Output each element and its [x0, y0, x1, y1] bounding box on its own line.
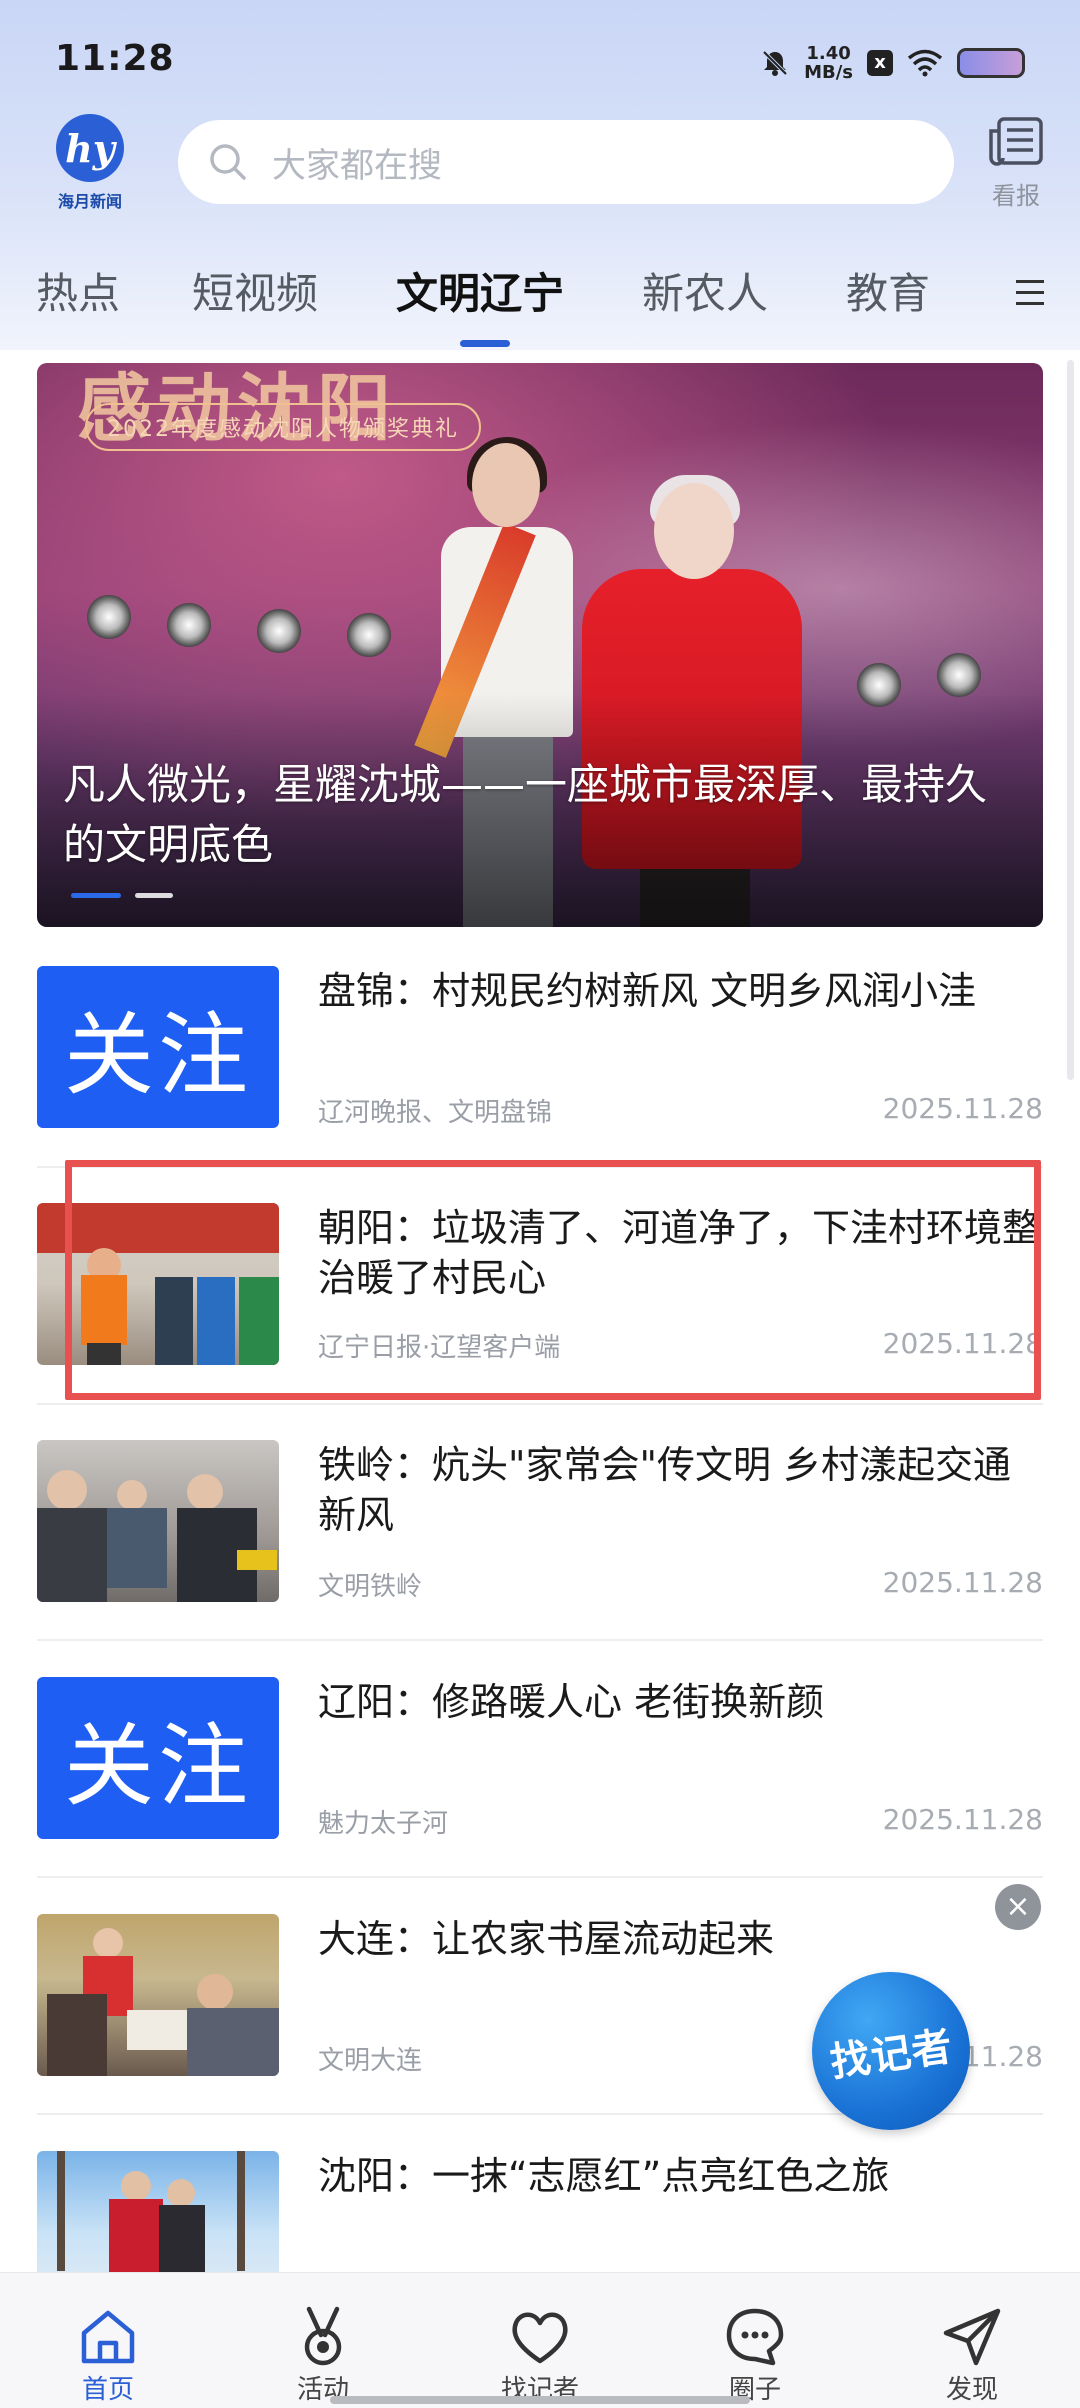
- search-placeholder: 大家都在搜: [272, 145, 442, 186]
- home-indicator[interactable]: [330, 2396, 750, 2404]
- news-source: 文明大连: [318, 2046, 423, 2076]
- news-title: 大连：让农家书屋流动起来: [318, 1917, 775, 1961]
- heart-icon: [512, 2312, 568, 2364]
- divider: [37, 1639, 1043, 1641]
- mute-bell-icon: [762, 50, 788, 76]
- status-icons: 1.40 MB/s x: [760, 38, 1025, 88]
- close-float-button[interactable]: ×: [995, 1884, 1041, 1930]
- nav-home[interactable]: 首页: [38, 2273, 178, 2408]
- logo-text: 海月新闻: [57, 192, 122, 211]
- news-thumbnail: [37, 1440, 279, 1602]
- net-speed: 1.40 MB/s: [804, 43, 853, 83]
- bottom-navigation: 首页 活动 找记者 圈子 发现: [0, 2272, 1080, 2408]
- send-icon: [943, 2308, 1001, 2366]
- tab-hot[interactable]: 热点: [36, 260, 120, 321]
- app-logo[interactable]: hy 海月新闻: [50, 112, 130, 212]
- news-date: 2025.11.28: [882, 1803, 1043, 1836]
- news-item[interactable]: 关注 辽阳：修路暖人心 老街换新颜 魅力太子河 2025.11.28: [37, 1677, 1043, 1839]
- banner-title[interactable]: 凡人微光，星耀沈城——一座城市最深厚、最持久的文明底色: [63, 755, 1023, 875]
- stage-light: [347, 613, 391, 657]
- chat-bubble-icon: [726, 2308, 784, 2366]
- sim-icon: x: [867, 50, 893, 76]
- news-title: 盘锦：村规民约树新风 文明乡风润小洼: [318, 969, 977, 1013]
- news-date: 2025.11.28: [882, 1566, 1043, 1599]
- news-source: 文明铁岭: [318, 1572, 423, 1602]
- find-reporter-float-button[interactable]: 找记者: [812, 1972, 970, 2130]
- menu-icon[interactable]: [1016, 280, 1044, 313]
- carousel-indicator: [71, 893, 173, 898]
- nav-circle[interactable]: 圈子: [685, 2273, 825, 2408]
- status-time: 11:28: [55, 38, 175, 79]
- tab-new-farmer[interactable]: 新农人: [642, 260, 768, 321]
- divider: [37, 1403, 1043, 1405]
- medal-icon: [304, 2306, 342, 2366]
- find-reporter-label: 找记者: [827, 2023, 956, 2087]
- highlight-box: [65, 1160, 1041, 1400]
- battery-icon: [957, 48, 1025, 78]
- news-source: 魅力太子河: [318, 1809, 449, 1839]
- news-source: 辽河晚报、文明盘锦: [318, 1098, 553, 1128]
- tab-short-video[interactable]: 短视频: [192, 260, 318, 321]
- newspaper-icon: [989, 117, 1043, 166]
- news-title: 沈阳：一抹“志愿红”点亮红色之旅: [318, 2154, 890, 2198]
- nav-find-reporter[interactable]: 找记者: [470, 2273, 610, 2408]
- wifi-icon: [907, 49, 943, 77]
- banner-subtitle: 2022年度感动沈阳人物颁奖典礼: [85, 403, 481, 451]
- carousel-dot: [135, 893, 173, 898]
- tab-civilized-liaoning[interactable]: 文明辽宁: [396, 260, 564, 321]
- kanbao-label: 看报: [992, 182, 1040, 210]
- stage-light: [937, 653, 981, 697]
- nav-discover[interactable]: 发现: [902, 2273, 1042, 2408]
- follow-thumbnail: 关注: [37, 966, 279, 1128]
- stage-light: [87, 595, 131, 639]
- svg-text:hy: hy: [65, 126, 118, 171]
- logo-icon: hy: [56, 114, 124, 182]
- nav-activity[interactable]: 活动: [253, 2273, 393, 2408]
- news-item[interactable]: 铁岭：炕头"家常会"传文明 乡村漾起交通新风 文明铁岭 2025.11.28: [37, 1440, 1043, 1602]
- divider: [37, 1876, 1043, 1878]
- active-tab-indicator: [460, 340, 510, 347]
- search-icon: [210, 144, 246, 180]
- news-title: 辽阳：修路暖人心 老街换新颜: [318, 1680, 825, 1724]
- home-icon: [81, 2310, 135, 2364]
- kanbao-button[interactable]: 看报: [980, 116, 1052, 211]
- banner-carousel[interactable]: 感动沈阳 2022年度感动沈阳人物颁奖典礼 凡人微光，星耀沈城——一座城市最深厚…: [37, 363, 1043, 927]
- news-thumbnail: [37, 1914, 279, 2076]
- follow-thumbnail: 关注: [37, 1677, 279, 1839]
- channel-tabs: 热点 短视频 文明辽宁 新农人 教育: [0, 250, 1080, 350]
- carousel-dot-active: [71, 893, 121, 898]
- stage-light: [257, 609, 301, 653]
- nav-home-label: 首页: [81, 2375, 134, 2405]
- scrollbar[interactable]: [1067, 360, 1074, 1080]
- search-input[interactable]: 大家都在搜: [178, 120, 954, 204]
- news-date: 2025.11.28: [882, 1092, 1043, 1125]
- stage-light: [167, 603, 211, 647]
- news-item[interactable]: 关注 盘锦：村规民约树新风 文明乡风润小洼 辽河晚报、文明盘锦 2025.11.…: [37, 966, 1043, 1128]
- status-bar: 11:28 1.40 MB/s x: [0, 0, 1080, 110]
- news-title: 铁岭：炕头"家常会"传文明 乡村漾起交通新风: [318, 1443, 1012, 1537]
- nav-discover-label: 发现: [945, 2375, 998, 2405]
- tab-education[interactable]: 教育: [846, 260, 930, 321]
